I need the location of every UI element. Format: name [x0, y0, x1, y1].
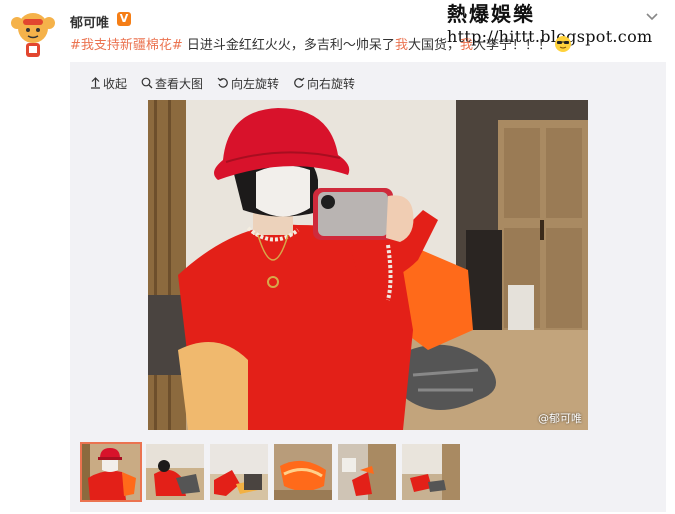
- rotate-left-button[interactable]: 向左旋转: [217, 74, 279, 92]
- post-text: #我支持新疆棉花# 日进斗金红红火火，多吉利～帅呆了我大国货，我大李宁！！！: [70, 36, 590, 55]
- search-icon: [141, 77, 153, 89]
- thumbnail-item[interactable]: [272, 442, 334, 502]
- watermark-title: 熱爆娛樂: [447, 2, 535, 26]
- thumbnail-item[interactable]: [80, 442, 142, 502]
- main-photo[interactable]: @郁可唯: [148, 100, 588, 430]
- post-text-part1: 日进斗金红红火火，多吉利～帅呆了: [182, 38, 395, 53]
- media-viewer: 收起 查看大图 向左旋转 向右旋转 @郁可唯: [70, 62, 666, 512]
- username[interactable]: 郁可唯: [70, 12, 109, 31]
- collapse-icon: [91, 77, 100, 89]
- post-text-part2: 大国货，: [407, 38, 460, 53]
- thumbnail-item[interactable]: [208, 442, 270, 502]
- chevron-down-icon[interactable]: [639, 8, 665, 30]
- post-text-highlight: 我: [394, 38, 408, 53]
- sunglasses-emoji-icon: [555, 36, 572, 52]
- photo-credit: @郁可唯: [538, 412, 582, 425]
- rotate-left-label: 向左旋转: [231, 76, 280, 91]
- view-large-button[interactable]: 查看大图: [141, 74, 203, 92]
- rotate-right-icon: [294, 77, 305, 88]
- thumbnail-strip: [80, 442, 464, 502]
- thumbnail-item[interactable]: [336, 442, 398, 502]
- media-toolbar: 收起 查看大图 向左旋转 向右旋转: [90, 74, 369, 92]
- collapse-button[interactable]: 收起: [90, 74, 127, 92]
- collapse-label: 收起: [103, 76, 128, 91]
- rotate-right-button[interactable]: 向右旋转: [293, 74, 355, 92]
- verified-badge-icon: V: [117, 12, 131, 26]
- post-text-highlight: 我: [459, 38, 473, 53]
- view-large-label: 查看大图: [155, 76, 204, 91]
- thumbnail-item[interactable]: [144, 442, 206, 502]
- hashtag-link[interactable]: #我支持新疆棉花#: [70, 38, 183, 53]
- rotate-left-icon: [217, 77, 228, 88]
- post-text-part3: 大李宁！！！: [472, 38, 551, 53]
- avatar[interactable]: [8, 8, 58, 62]
- thumbnail-item[interactable]: [400, 442, 462, 502]
- rotate-right-label: 向右旋转: [307, 76, 356, 91]
